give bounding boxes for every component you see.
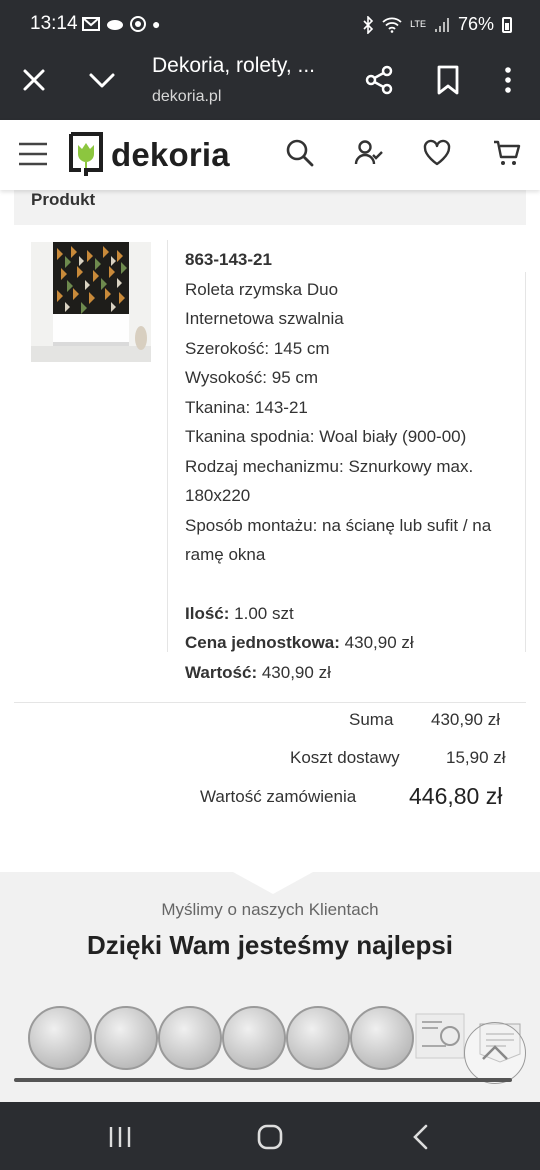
site-header: dekoria bbox=[0, 120, 540, 190]
trust-title: Dzięki Wam jesteśmy najlepsi bbox=[86, 930, 454, 960]
product-name: Roleta rzymska Duo bbox=[185, 279, 339, 299]
unit-price-label: Cena jednostkowa: bbox=[185, 633, 340, 652]
cloud-icon bbox=[107, 20, 123, 30]
product-height: Wysokość: 95 cm bbox=[185, 368, 319, 387]
product-details: 863-143-21 Roleta rzymska Duo Internetow… bbox=[185, 245, 515, 687]
product-section-title: Produkt bbox=[31, 190, 96, 209]
award-badge bbox=[350, 1006, 414, 1070]
award-badge bbox=[158, 1006, 222, 1070]
chrome-icon bbox=[130, 16, 146, 32]
product-maker: Internetowa szwalnia bbox=[185, 309, 344, 328]
page-title[interactable]: Dekoria, rolety, ... bbox=[152, 54, 315, 78]
account-icon[interactable] bbox=[354, 138, 384, 168]
status-time: 13:14 bbox=[30, 13, 78, 34]
lte-label: LTE bbox=[410, 19, 426, 29]
share-icon[interactable] bbox=[364, 65, 394, 95]
award-badge bbox=[94, 1006, 158, 1070]
value-label: Wartość: bbox=[185, 662, 258, 682]
tulip-logo-icon bbox=[69, 132, 103, 176]
award-badge-opineo bbox=[414, 1012, 466, 1063]
order-total-label: Wartość zamówienia bbox=[200, 787, 357, 806]
quantity-label: Ilość: bbox=[185, 603, 230, 623]
award-badge bbox=[286, 1006, 350, 1070]
close-icon[interactable] bbox=[20, 66, 48, 94]
product-fabric: Tkanina: 143-21 bbox=[185, 397, 308, 417]
award-badge bbox=[28, 1006, 92, 1070]
sum-label: Suma bbox=[349, 710, 394, 729]
gmail-icon bbox=[82, 17, 100, 31]
product-code: 863-143-21 bbox=[185, 250, 272, 269]
product-mechanism: Rodzaj mechanizmu: Sznurkowy max. 180x22… bbox=[185, 456, 474, 506]
award-badge bbox=[222, 1006, 286, 1070]
cart-icon[interactable] bbox=[492, 138, 522, 168]
summary-divider bbox=[14, 702, 526, 703]
product-width: Szerokość: 145 cm bbox=[185, 338, 330, 358]
shipping-label: Koszt dostawy bbox=[290, 748, 400, 767]
scroll-to-top-button[interactable] bbox=[464, 1022, 526, 1084]
product-image[interactable] bbox=[31, 242, 151, 362]
chevron-down-icon[interactable] bbox=[88, 66, 116, 94]
search-icon[interactable] bbox=[285, 138, 315, 168]
status-bar: 13:14 ● LTE 76% bbox=[0, 0, 540, 48]
more-options-icon[interactable] bbox=[498, 65, 518, 95]
system-nav-bar bbox=[0, 1102, 540, 1170]
recent-apps-icon[interactable] bbox=[105, 1122, 135, 1152]
logo-text: dekoria bbox=[111, 136, 230, 173]
system-icons: LTE 76% bbox=[362, 14, 512, 35]
back-icon[interactable] bbox=[406, 1122, 436, 1152]
product-bottom-fabric: Tkanina spodnia: Woal biały (900-00) bbox=[185, 427, 467, 446]
trust-subtitle: Myślimy o naszych Klientach bbox=[161, 900, 379, 919]
menu-icon[interactable] bbox=[18, 142, 48, 166]
product-divider bbox=[167, 240, 168, 652]
site-logo[interactable]: dekoria bbox=[67, 132, 230, 178]
unit-price-value: 430,90 zł bbox=[344, 633, 414, 652]
more-notifications-dot-icon: ● bbox=[152, 16, 161, 32]
order-total-value: 446,80 zł bbox=[409, 783, 503, 809]
browser-toolbar: Dekoria, rolety, ... dekoria.pl bbox=[0, 48, 540, 120]
sum-value: 430,90 zł bbox=[431, 710, 500, 729]
award-opineo-icon bbox=[415, 1013, 465, 1059]
bluetooth-icon bbox=[363, 15, 374, 34]
signal-icon bbox=[434, 17, 449, 32]
roman-blind-thumbnail bbox=[31, 242, 151, 362]
product-mounting: Sposób montażu: na ścianę lub sufit / na… bbox=[185, 515, 492, 565]
chevron-up-icon bbox=[482, 1045, 508, 1060]
details-spacer bbox=[185, 570, 515, 599]
horizontal-scrollbar[interactable] bbox=[14, 1078, 512, 1082]
battery-icon bbox=[502, 16, 512, 33]
product-unit-price: Cena jednostkowa: 430,90 zł bbox=[185, 628, 515, 658]
battery-percent: 76% bbox=[457, 14, 494, 34]
quantity-value: 1.00 szt bbox=[234, 603, 294, 623]
notification-icons: ● bbox=[82, 15, 160, 33]
product-value: Wartość: 430,90 zł bbox=[185, 658, 515, 688]
value-amount: 430,90 zł bbox=[261, 662, 331, 682]
wishlist-heart-icon[interactable] bbox=[422, 138, 452, 168]
home-icon[interactable] bbox=[255, 1122, 285, 1152]
shipping-value: 15,90 zł bbox=[446, 748, 506, 767]
page-url[interactable]: dekoria.pl bbox=[152, 88, 221, 106]
wifi-icon bbox=[382, 17, 402, 33]
trust-section-notch bbox=[233, 872, 313, 894]
awards-carousel[interactable] bbox=[26, 1004, 526, 1072]
bookmark-icon[interactable] bbox=[435, 65, 461, 95]
product-quantity: Ilość: 1.00 szt bbox=[185, 599, 515, 629]
product-divider-right bbox=[525, 272, 526, 652]
